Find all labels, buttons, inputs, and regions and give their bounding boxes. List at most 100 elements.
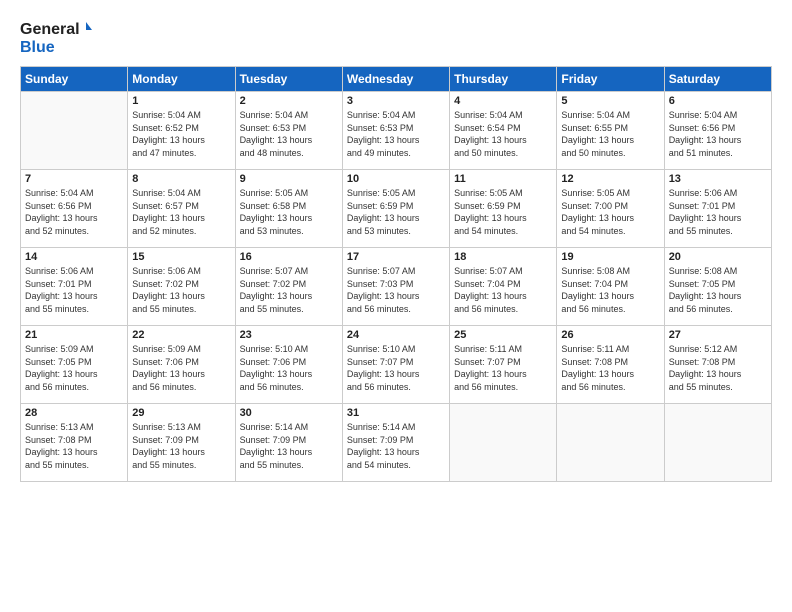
day-info: Sunrise: 5:04 AMSunset: 6:53 PMDaylight:… <box>347 109 445 159</box>
calendar-cell <box>664 404 771 482</box>
day-info: Sunrise: 5:05 AMSunset: 7:00 PMDaylight:… <box>561 187 659 237</box>
day-number: 25 <box>454 329 552 341</box>
day-number: 29 <box>132 407 230 419</box>
calendar-cell: 25 Sunrise: 5:11 AMSunset: 7:07 PMDayligh… <box>450 326 557 404</box>
day-info: Sunrise: 5:04 AMSunset: 6:53 PMDaylight:… <box>240 109 338 159</box>
day-number: 13 <box>669 173 767 185</box>
calendar-cell: 17 Sunrise: 5:07 AMSunset: 7:03 PMDayligh… <box>342 248 449 326</box>
day-info: Sunrise: 5:11 AMSunset: 7:07 PMDaylight:… <box>454 343 552 393</box>
day-number: 10 <box>347 173 445 185</box>
day-number: 17 <box>347 251 445 263</box>
calendar-cell: 19 Sunrise: 5:08 AMSunset: 7:04 PMDayligh… <box>557 248 664 326</box>
weekday-header-friday: Friday <box>557 67 664 92</box>
day-number: 4 <box>454 95 552 107</box>
day-info: Sunrise: 5:06 AMSunset: 7:01 PMDaylight:… <box>25 265 123 315</box>
calendar-cell <box>450 404 557 482</box>
calendar-cell: 1Sunrise: 5:04 AMSunset: 6:52 PMDaylight… <box>128 92 235 170</box>
calendar-cell <box>557 404 664 482</box>
day-number: 20 <box>669 251 767 263</box>
calendar-cell: 6Sunrise: 5:04 AMSunset: 6:56 PMDaylight… <box>664 92 771 170</box>
calendar-cell: 10 Sunrise: 5:05 AMSunset: 6:59 PMDayligh… <box>342 170 449 248</box>
weekday-header-wednesday: Wednesday <box>342 67 449 92</box>
day-number: 8 <box>132 173 230 185</box>
calendar-cell: 3 Sunrise: 5:04 AMSunset: 6:53 PMDaylight… <box>342 92 449 170</box>
day-info: Sunrise: 5:07 AMSunset: 7:04 PMDaylight:… <box>454 265 552 315</box>
day-number: 27 <box>669 329 767 341</box>
logo: GeneralBlue <box>20 16 100 58</box>
svg-text:General: General <box>20 21 80 38</box>
day-number: 22 <box>132 329 230 341</box>
logo-svg: GeneralBlue <box>20 16 100 58</box>
day-number: 9 <box>240 173 338 185</box>
week-row-4: 21 Sunrise: 5:09 AMSunset: 7:05 PMDayligh… <box>21 326 772 404</box>
day-number: 19 <box>561 251 659 263</box>
calendar-cell: 5 Sunrise: 5:04 AMSunset: 6:55 PMDaylight… <box>557 92 664 170</box>
day-info: Sunrise: 5:04 AMSunset: 6:55 PMDaylight:… <box>561 109 659 159</box>
calendar-cell: 24Sunrise: 5:10 AMSunset: 7:07 PMDayligh… <box>342 326 449 404</box>
calendar-cell: 7Sunrise: 5:04 AMSunset: 6:56 PMDaylight… <box>21 170 128 248</box>
week-row-5: 28 Sunrise: 5:13 AMSunset: 7:08 PMDayligh… <box>21 404 772 482</box>
calendar-cell: 13 Sunrise: 5:06 AMSunset: 7:01 PMDayligh… <box>664 170 771 248</box>
day-number: 2 <box>240 95 338 107</box>
day-number: 12 <box>561 173 659 185</box>
weekday-header-tuesday: Tuesday <box>235 67 342 92</box>
calendar-cell: 9 Sunrise: 5:05 AMSunset: 6:58 PMDaylight… <box>235 170 342 248</box>
week-row-2: 7Sunrise: 5:04 AMSunset: 6:56 PMDaylight… <box>21 170 772 248</box>
week-row-1: 1Sunrise: 5:04 AMSunset: 6:52 PMDaylight… <box>21 92 772 170</box>
calendar-cell: 27 Sunrise: 5:12 AMSunset: 7:08 PMDayligh… <box>664 326 771 404</box>
day-info: Sunrise: 5:04 AMSunset: 6:52 PMDaylight:… <box>132 109 230 159</box>
day-number: 30 <box>240 407 338 419</box>
day-number: 16 <box>240 251 338 263</box>
calendar-cell: 29Sunrise: 5:13 AMSunset: 7:09 PMDayligh… <box>128 404 235 482</box>
day-info: Sunrise: 5:09 AMSunset: 7:06 PMDaylight:… <box>132 343 230 393</box>
calendar-cell: 31Sunrise: 5:14 AMSunset: 7:09 PMDayligh… <box>342 404 449 482</box>
day-info: Sunrise: 5:06 AMSunset: 7:02 PMDaylight:… <box>132 265 230 315</box>
day-info: Sunrise: 5:14 AMSunset: 7:09 PMDaylight:… <box>240 421 338 471</box>
svg-text:Blue: Blue <box>20 39 55 56</box>
calendar-cell: 20Sunrise: 5:08 AMSunset: 7:05 PMDayligh… <box>664 248 771 326</box>
calendar-cell: 16 Sunrise: 5:07 AMSunset: 7:02 PMDayligh… <box>235 248 342 326</box>
day-number: 28 <box>25 407 123 419</box>
day-info: Sunrise: 5:12 AMSunset: 7:08 PMDaylight:… <box>669 343 767 393</box>
day-info: Sunrise: 5:05 AMSunset: 6:58 PMDaylight:… <box>240 187 338 237</box>
day-info: Sunrise: 5:07 AMSunset: 7:02 PMDaylight:… <box>240 265 338 315</box>
day-number: 6 <box>669 95 767 107</box>
weekday-header-monday: Monday <box>128 67 235 92</box>
day-number: 31 <box>347 407 445 419</box>
calendar-cell: 26 Sunrise: 5:11 AMSunset: 7:08 PMDayligh… <box>557 326 664 404</box>
day-number: 15 <box>132 251 230 263</box>
weekday-header-sunday: Sunday <box>21 67 128 92</box>
day-number: 26 <box>561 329 659 341</box>
day-info: Sunrise: 5:10 AMSunset: 7:06 PMDaylight:… <box>240 343 338 393</box>
calendar-cell: 11Sunrise: 5:05 AMSunset: 6:59 PMDayligh… <box>450 170 557 248</box>
day-info: Sunrise: 5:05 AMSunset: 6:59 PMDaylight:… <box>347 187 445 237</box>
day-number: 5 <box>561 95 659 107</box>
calendar-cell: 4 Sunrise: 5:04 AMSunset: 6:54 PMDaylight… <box>450 92 557 170</box>
day-info: Sunrise: 5:04 AMSunset: 6:56 PMDaylight:… <box>25 187 123 237</box>
day-number: 21 <box>25 329 123 341</box>
calendar-cell: 21 Sunrise: 5:09 AMSunset: 7:05 PMDayligh… <box>21 326 128 404</box>
day-info: Sunrise: 5:04 AMSunset: 6:57 PMDaylight:… <box>132 187 230 237</box>
calendar-cell: 8 Sunrise: 5:04 AMSunset: 6:57 PMDaylight… <box>128 170 235 248</box>
calendar-cell: 23 Sunrise: 5:10 AMSunset: 7:06 PMDayligh… <box>235 326 342 404</box>
day-number: 23 <box>240 329 338 341</box>
calendar-cell: 18 Sunrise: 5:07 AMSunset: 7:04 PMDayligh… <box>450 248 557 326</box>
day-number: 18 <box>454 251 552 263</box>
week-row-3: 14Sunrise: 5:06 AMSunset: 7:01 PMDayligh… <box>21 248 772 326</box>
day-number: 11 <box>454 173 552 185</box>
header: GeneralBlue <box>20 16 772 58</box>
day-info: Sunrise: 5:07 AMSunset: 7:03 PMDaylight:… <box>347 265 445 315</box>
day-info: Sunrise: 5:10 AMSunset: 7:07 PMDaylight:… <box>347 343 445 393</box>
day-info: Sunrise: 5:04 AMSunset: 6:54 PMDaylight:… <box>454 109 552 159</box>
day-info: Sunrise: 5:08 AMSunset: 7:04 PMDaylight:… <box>561 265 659 315</box>
calendar-cell: 12 Sunrise: 5:05 AMSunset: 7:00 PMDayligh… <box>557 170 664 248</box>
day-info: Sunrise: 5:06 AMSunset: 7:01 PMDaylight:… <box>669 187 767 237</box>
weekday-header-row: SundayMondayTuesdayWednesdayThursdayFrid… <box>21 67 772 92</box>
day-info: Sunrise: 5:13 AMSunset: 7:08 PMDaylight:… <box>25 421 123 471</box>
calendar-cell: 15 Sunrise: 5:06 AMSunset: 7:02 PMDayligh… <box>128 248 235 326</box>
day-info: Sunrise: 5:09 AMSunset: 7:05 PMDaylight:… <box>25 343 123 393</box>
calendar-cell: 2 Sunrise: 5:04 AMSunset: 6:53 PMDaylight… <box>235 92 342 170</box>
calendar-cell: 14Sunrise: 5:06 AMSunset: 7:01 PMDayligh… <box>21 248 128 326</box>
day-info: Sunrise: 5:11 AMSunset: 7:08 PMDaylight:… <box>561 343 659 393</box>
day-number: 3 <box>347 95 445 107</box>
